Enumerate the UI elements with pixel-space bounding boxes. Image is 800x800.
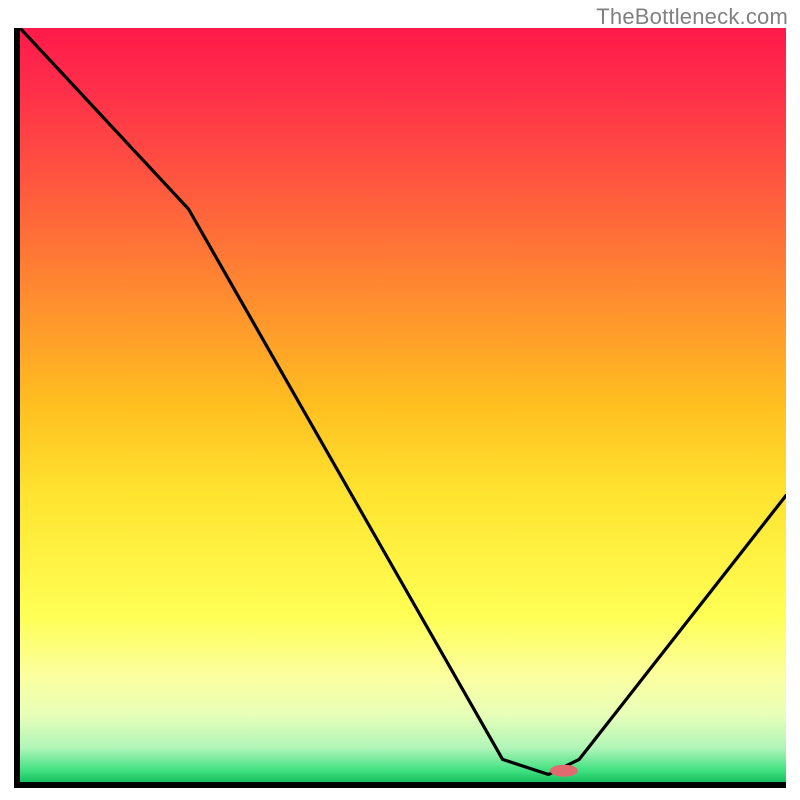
chart-frame	[14, 28, 786, 788]
watermark-text: TheBottleneck.com	[596, 4, 788, 30]
chart-background	[20, 28, 786, 782]
chart-svg	[20, 28, 786, 782]
optimum-marker	[550, 765, 578, 777]
